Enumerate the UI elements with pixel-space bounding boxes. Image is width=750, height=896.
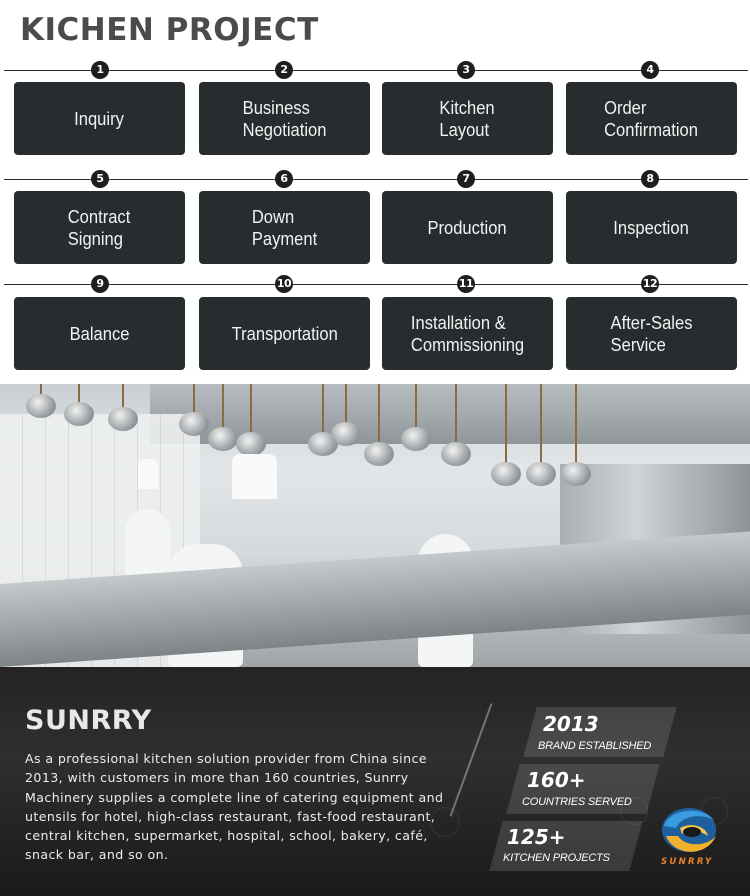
hanging-ladle-icon [364,384,394,466]
step-number-badge: 3 [457,61,475,79]
hanging-ladle-icon [236,384,266,456]
step-number-badge: 8 [641,170,659,188]
step-number-badge: 12 [641,275,659,293]
step-number-badge: 2 [275,61,293,79]
step-label: Kitchen Layout [439,97,496,140]
row-divider [4,284,748,285]
hanging-ladle-icon [108,384,138,431]
step-transportation: Transportation [199,297,370,370]
logo-wordmark: SUNRRY [661,857,714,867]
step-number-badge: 10 [275,275,293,293]
step-contract-signing: Contract Signing [14,191,185,264]
step-number-badge: 6 [275,170,293,188]
step-label: Contract Signing [68,206,131,249]
hanging-ladle-icon [526,384,556,486]
stat-label-established: BRAND ESTABLISHED [538,740,652,752]
hanging-ladle-icon [179,384,209,436]
step-label: Transportation [231,323,338,344]
step-label: Production [427,217,508,238]
hanging-ladle-icon [26,384,56,418]
step-kitchen-layout: Kitchen Layout [382,82,553,155]
chef-hat [232,454,277,499]
step-business-negotiation: Business Negotiation [199,82,370,155]
stat-value-established: 2013 [543,712,599,736]
step-balance: Balance [14,297,185,370]
step-installation-commissioning: Installation & Commissioning [382,297,553,370]
step-after-sales-service: After-Sales Service [566,297,737,370]
kitchen-photo [0,384,750,667]
step-number-badge: 9 [91,275,109,293]
hanging-ladle-icon [208,384,238,451]
step-production: Production [382,191,553,264]
chef-hat [138,459,158,489]
stat-label-projects: KITCHEN PROJECTS [503,852,610,864]
step-label: Inquiry [74,108,125,129]
step-label: Order Confirmation [604,97,699,140]
stat-value-projects: 125+ [507,825,566,849]
step-label: Balance [69,323,130,344]
step-label: Installation & Commissioning [410,312,525,355]
step-label: Down Payment [251,206,318,249]
hanging-ladle-icon [561,384,591,486]
step-number-badge: 11 [457,275,475,293]
hanging-ladle-icon [331,384,361,446]
step-number-badge: 7 [457,170,475,188]
step-label: Business Negotiation [242,97,327,140]
stat-value-countries: 160+ [527,768,586,792]
hanging-ladle-icon [64,384,94,426]
hanging-ladle-icon [491,384,521,486]
sunrry-logo-icon [662,808,716,852]
step-down-payment: Down Payment [199,191,370,264]
hanging-ladle-icon [308,384,338,456]
step-number-badge: 5 [91,170,109,188]
hanging-ladle-icon [441,384,471,466]
hanging-ladle-icon [401,384,431,451]
step-label: After-Sales Service [610,312,693,355]
step-label: Inspection [613,217,690,238]
step-inquiry: Inquiry [14,82,185,155]
row-divider [4,179,748,180]
step-order-confirmation: Order Confirmation [566,82,737,155]
company-description: As a professional kitchen solution provi… [25,751,444,863]
step-number-badge: 1 [91,61,109,79]
row-divider [4,70,748,71]
step-number-badge: 4 [641,61,659,79]
stat-label-countries: COUNTRIES SERVED [522,796,632,808]
page-title: KICHEN PROJECT [20,12,319,48]
step-inspection: Inspection [566,191,737,264]
brand-name: SUNRRY [25,705,152,736]
